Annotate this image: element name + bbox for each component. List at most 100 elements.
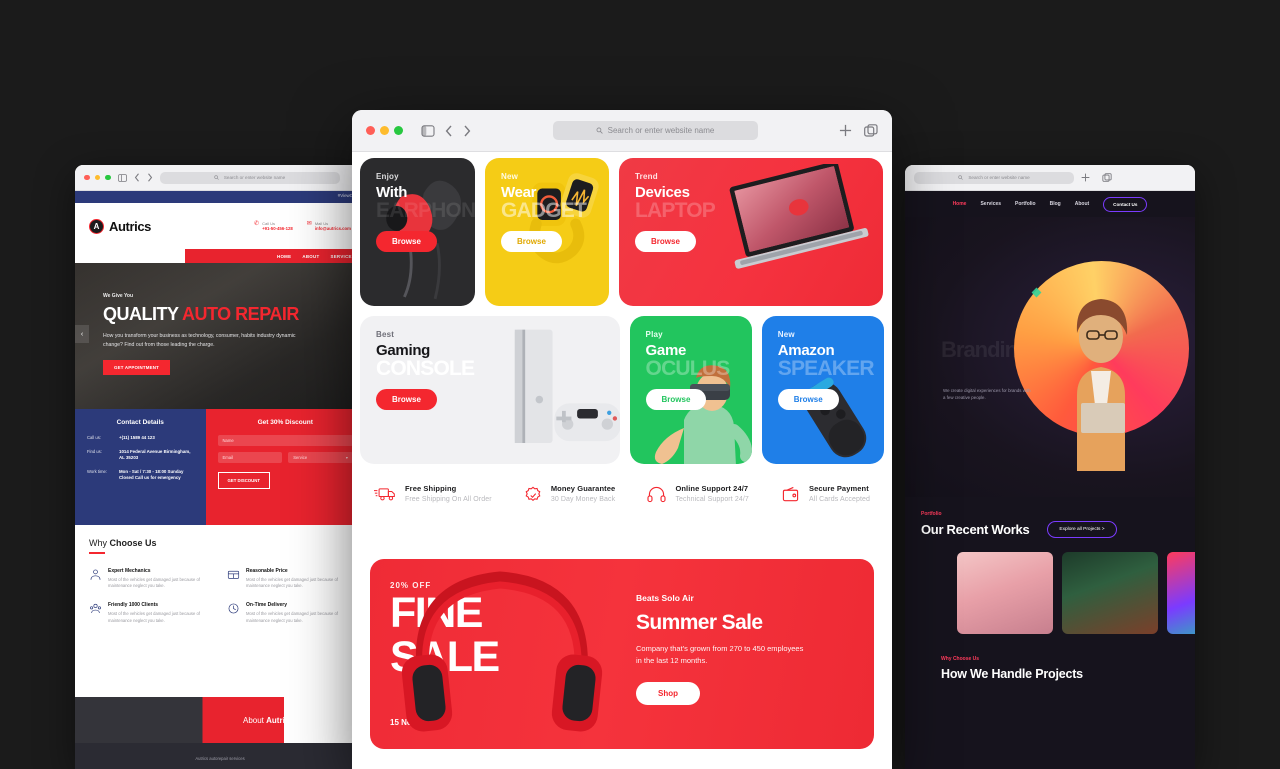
sidebar-toggle-icon[interactable] [421,124,435,137]
contact-discount-panels: Contact Details Call us: +(11) 1589 44 1… [75,409,365,525]
contact-row-value: Mon - Sat / 7:30 - 18:00 Sunday Closed C… [119,468,184,481]
why-item: Friendly 1000 Clients Most of the vehicl… [89,602,213,625]
nav-item-blog[interactable]: Blog [1050,201,1061,207]
logo[interactable]: A Autrics [89,218,151,234]
about-title-light: About [243,715,267,725]
contact-row-value: 1014 Federal Avenue Birmingham, AL 35203 [119,448,191,461]
service-select[interactable]: Service ▾ [288,452,353,463]
about-title-bold: Autrics [266,715,294,725]
product-card-earphone[interactable]: Enjoy With EARPHONE Browse [360,158,475,306]
logo-mark-icon: A [89,218,104,234]
address-bar[interactable]: Search or enter website name [159,171,340,184]
browser-chrome-left: Search or enter website name [75,165,365,191]
close-window-icon[interactable] [366,126,375,135]
tab-overview-icon[interactable] [1102,173,1112,182]
clients-icon [89,602,102,625]
title-underline [89,552,105,554]
card-ghost-text: OCULUS [645,356,731,380]
hero-portrait [1076,299,1128,471]
explore-projects-button[interactable]: Explore all Projects > [1047,521,1117,538]
main-browser-window[interactable]: Search or enter website name Enjoy With … [352,110,892,769]
nav-item-home[interactable]: HOME [277,254,291,259]
nav-item-portfolio[interactable]: Portfolio [1015,201,1036,207]
summer-sale-banner[interactable]: 20% OFF FINE SALE 15 Nov Beats Solo Air [370,559,874,749]
minimize-window-icon[interactable] [380,126,389,135]
about-section: About Autrics [75,697,365,743]
agency-nav[interactable]: Home Services Portfolio Blog About Conta… [905,191,1195,217]
plus-icon[interactable] [839,124,852,137]
hero-title: QUALITY AUTO REPAIR [103,304,365,325]
feature-title: Free Shipping [405,484,457,493]
minimize-window-icon[interactable] [94,174,100,181]
back-chevron-icon[interactable] [134,173,140,182]
sidebar-toggle-icon[interactable] [117,173,127,182]
forward-chevron-icon[interactable] [463,125,471,137]
left-site-content: #ViewOur A Autrics ✆ Call Us +91-50-456-… [75,191,365,769]
search-icon [596,127,603,134]
portfolio-thumbnail[interactable] [1167,552,1195,634]
contact-row-label: Call us: [87,435,101,440]
product-card-laptop[interactable]: Trend Devices LAPTOP Browse [619,158,883,306]
header-contacts: ✆ Call Us +91-50-456-128 ✉ Mail Us info@… [254,221,351,231]
laptop-illustration [729,164,869,269]
window-controls[interactable] [84,174,111,181]
address-bar[interactable]: Search or enter website name [914,171,1074,184]
maximize-window-icon[interactable] [394,126,403,135]
right-site-content: Home Services Portfolio Blog About Conta… [905,191,1195,769]
shop-button[interactable]: Shop [636,681,700,705]
nav-item-services[interactable]: Services [980,201,1001,207]
product-card-speaker[interactable]: New Amazon SPEAKER Browse [761,316,884,464]
product-card-gadget[interactable]: New Wear GADGET Browse [485,158,609,306]
hero-title-red: AUTO REPAIR [182,304,299,324]
card-ghost-text: GADGET [501,198,587,222]
why-item-title: On-Time Delivery [246,602,288,609]
contact-row: Call us: +(11) 1589 44 123 [87,435,194,442]
hero-cards-row: Enjoy With EARPHONE Browse N [360,152,884,306]
browse-button[interactable]: Browse [777,388,839,410]
portfolio-thumbnail[interactable] [957,552,1053,634]
browse-button[interactable]: Browse [645,388,707,410]
portfolio-title-text: Our Recent Works [921,522,1030,537]
product-card-oculus[interactable]: Play Game OCULUS Browse [629,316,752,464]
background-window-right[interactable]: Search or enter website name Home Servic… [905,165,1195,769]
address-bar-placeholder: Search or enter website name [607,126,715,135]
nav-item-about[interactable]: ABOUT [302,254,319,259]
site-nav[interactable]: HOME ABOUT SERVICES [75,249,365,263]
feature-subtitle: Free Shipping On All Order [405,496,492,503]
window-controls[interactable] [366,126,403,135]
contact-row-value: +(11) 1589 44 123 [119,435,155,440]
get-appointment-button[interactable]: GET APPOINTMENT [103,359,171,375]
contact-call: ✆ Call Us +91-50-456-128 [254,221,293,231]
close-window-icon[interactable] [84,174,90,181]
tab-overview-icon[interactable] [864,124,878,137]
contact-details-title: Contact Details [116,419,164,426]
forward-chevron-icon[interactable] [147,173,153,182]
email-field[interactable]: Email [217,452,283,463]
feature-money-guarantee: Money Guarantee 30 Day Money Back [524,484,615,509]
plus-icon[interactable] [1081,173,1090,182]
product-card-console[interactable]: Best Gaming CONSOLE Browse [360,316,620,464]
contact-us-button[interactable]: Contact Us [1103,196,1148,212]
hero-banner: ‹ We Give You QUALITY AUTO REPAIR How yo… [75,263,365,409]
browse-button[interactable]: Browse [635,230,696,252]
maximize-window-icon[interactable] [105,174,111,181]
browse-button[interactable]: Browse [501,230,562,252]
background-window-left[interactable]: Search or enter website name #ViewOur A … [75,165,365,769]
back-chevron-icon[interactable] [445,125,453,137]
why-item-desc: Most of the vehicles get damaged just be… [108,576,200,589]
browse-button[interactable]: Browse [376,388,437,410]
prev-arrow-icon[interactable]: ‹ [75,325,89,343]
nav-item-home[interactable]: Home [953,201,967,207]
feature-title: Money Guarantee [550,484,616,493]
portfolio-thumbnail[interactable] [1062,552,1158,634]
why-choose-us-section: Why Choose Us Expert Mechanics Most of t… [75,525,365,697]
why-item: Expert Mechanics Most of the vehicles ge… [89,568,213,591]
get-discount-button[interactable]: GET DISCOUNT [217,472,270,489]
address-bar[interactable]: Search or enter website name [552,121,758,140]
nav-item-about[interactable]: About [1075,201,1089,207]
site-footer: Autrics autorepair services [75,743,365,769]
browse-button[interactable]: Browse [376,230,437,252]
contact-details-panel: Contact Details Call us: +(11) 1589 44 1… [75,409,206,525]
feature-title: Online Support 24/7 [675,484,749,493]
name-field[interactable]: Name [217,435,353,446]
